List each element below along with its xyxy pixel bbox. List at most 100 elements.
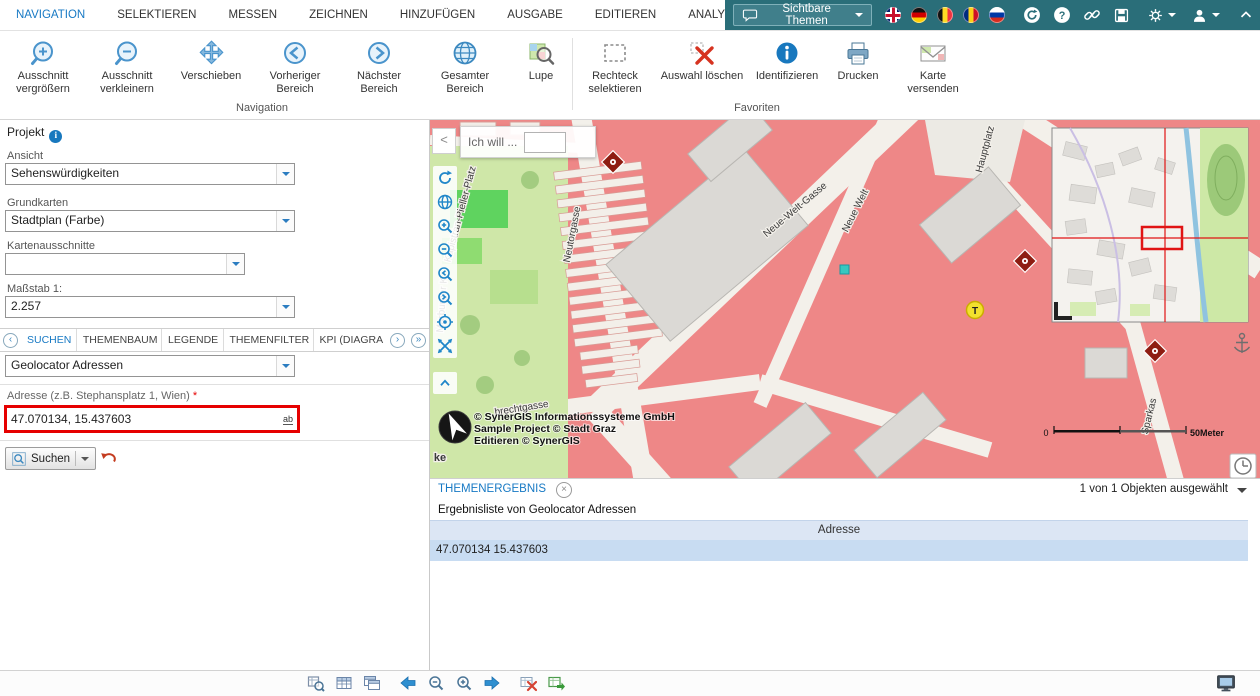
- settings-gear-icon[interactable]: [1146, 5, 1165, 25]
- tab-legende[interactable]: LEGENDE: [162, 329, 224, 351]
- result-actions: [302, 673, 570, 693]
- tab-scroll-more-icon[interactable]: »: [411, 333, 426, 348]
- menu-tab-hinzufuegen[interactable]: HINZUFÜGEN: [384, 0, 491, 30]
- menu-tab-editieren[interactable]: EDITIEREN: [579, 0, 672, 30]
- visible-themes-button[interactable]: Sichtbare Themen: [733, 4, 872, 26]
- tab-suchen[interactable]: SUCHEN: [21, 329, 77, 351]
- menu-tab-ausgabe[interactable]: AUSGABE: [491, 0, 579, 30]
- flag-ro-icon[interactable]: [963, 7, 979, 23]
- globe-icon[interactable]: [433, 190, 457, 214]
- overview-map[interactable]: [1052, 128, 1248, 322]
- kartenausschnitte-select[interactable]: [5, 253, 245, 275]
- previous-record-icon[interactable]: [398, 673, 418, 693]
- tab-scroll-right-icon[interactable]: ›: [390, 333, 405, 348]
- save-icon[interactable]: [1112, 5, 1131, 25]
- ribbon-group-navigation: Navigation: [162, 102, 362, 114]
- flag-uk-icon[interactable]: [885, 7, 901, 23]
- chevron-down-icon[interactable]: [276, 356, 294, 376]
- print-button[interactable]: Drucken: [823, 36, 893, 83]
- map-area: T Hauptplatz Neue-Welt-Gasse Neue Welt K…: [430, 120, 1260, 478]
- massstab-label: Maßstab 1:: [7, 283, 62, 295]
- zoom-out-extent-button[interactable]: Ausschnitt verkleinern: [86, 36, 168, 96]
- zoom-in-record-icon[interactable]: [454, 673, 474, 693]
- zoom-to-result-icon[interactable]: [306, 673, 326, 693]
- svg-text:50Meter: 50Meter: [1190, 428, 1225, 438]
- chevron-down-icon[interactable]: [276, 297, 294, 317]
- collapse-tools-icon[interactable]: [433, 372, 457, 394]
- next-record-icon[interactable]: [482, 673, 502, 693]
- user-icon[interactable]: [1190, 5, 1209, 25]
- send-map-button[interactable]: Karte versenden: [896, 36, 970, 96]
- flag-ru-icon[interactable]: [989, 7, 1005, 23]
- flag-be-icon[interactable]: [937, 7, 953, 23]
- full-extent-button[interactable]: Gesamter Bereich: [424, 36, 506, 96]
- pan-mode-icon[interactable]: [433, 334, 457, 358]
- undo-search-icon[interactable]: [100, 449, 117, 466]
- collapse-sidebar-icon[interactable]: <: [432, 128, 456, 154]
- ansicht-select[interactable]: Sehenswürdigkeiten: [5, 163, 295, 185]
- ab-locate-icon[interactable]: ab: [283, 414, 293, 425]
- table-icon[interactable]: [334, 673, 354, 693]
- chevron-down-icon[interactable]: [276, 164, 294, 184]
- close-icon[interactable]: ×: [556, 482, 572, 498]
- ich-will-input[interactable]: [524, 132, 566, 153]
- tab-themenergebnis[interactable]: THEMENERGEBNIS: [438, 483, 546, 495]
- zoom-in-icon[interactable]: [433, 214, 457, 238]
- search-magnifier-icon: [12, 452, 26, 466]
- massstab-select[interactable]: 2.257: [5, 296, 295, 318]
- flag-de-icon[interactable]: [911, 7, 927, 23]
- geolocator-select[interactable]: Geolocator Adressen: [5, 355, 295, 377]
- monitor-icon[interactable]: [1216, 673, 1236, 693]
- address-input[interactable]: [7, 412, 279, 426]
- city-map[interactable]: T Hauptplatz Neue-Welt-Gasse Neue Welt K…: [430, 120, 1260, 478]
- clear-selection-button[interactable]: Auswahl löschen: [660, 36, 744, 83]
- divider: [0, 440, 429, 441]
- next-extent-button[interactable]: Nächster Bereich: [338, 36, 420, 96]
- history-clock-icon[interactable]: [1230, 454, 1256, 478]
- link-icon[interactable]: [1082, 5, 1102, 25]
- magnifier-button[interactable]: Lupe: [511, 36, 571, 83]
- back-refresh-icon[interactable]: [1022, 5, 1042, 25]
- language-flags: [880, 7, 1010, 23]
- ansicht-label: Ansicht: [7, 150, 43, 162]
- search-button[interactable]: Suchen: [5, 447, 96, 470]
- chevron-down-icon[interactable]: [276, 211, 294, 231]
- menu-tab-messen[interactable]: MESSEN: [212, 0, 293, 30]
- zoom-in-extent-button[interactable]: Ausschnitt vergrößern: [2, 36, 84, 96]
- zoom-out-record-icon[interactable]: [426, 673, 446, 693]
- project-info-icon[interactable]: i: [49, 130, 62, 143]
- ich-will-widget[interactable]: Ich will ...: [460, 126, 596, 158]
- required-mark: *: [193, 390, 197, 402]
- tab-scroll-left-icon[interactable]: ‹: [3, 333, 18, 348]
- tab-kpi-diagramm[interactable]: KPI (DIAGRA: [314, 329, 387, 351]
- column-header-adresse[interactable]: Adresse: [430, 520, 1248, 541]
- copy-table-icon[interactable]: [362, 673, 382, 693]
- menu-tab-zeichnen[interactable]: ZEICHNEN: [293, 0, 384, 30]
- tab-themenbaum[interactable]: THEMENBAUM: [77, 329, 162, 351]
- menu-tab-selektieren[interactable]: SELEKTIEREN: [101, 0, 212, 30]
- clear-table-icon[interactable]: [518, 673, 538, 693]
- zoom-next-icon[interactable]: [433, 286, 457, 310]
- previous-extent-button[interactable]: Vorheriger Bereich: [254, 36, 336, 96]
- select-rectangle-button[interactable]: Rechteck selektieren: [573, 36, 657, 96]
- grundkarten-select[interactable]: Stadtplan (Farbe): [5, 210, 295, 232]
- pan-button[interactable]: Verschieben: [170, 36, 252, 83]
- center-map-icon[interactable]: [433, 310, 457, 334]
- table-row[interactable]: 47.070134 15.437603: [430, 540, 1248, 561]
- zoom-previous-icon[interactable]: [433, 262, 457, 286]
- address-input-highlight: ab: [4, 405, 300, 433]
- results-panel: THEMENERGEBNIS × 1 von 1 Objekten ausgew…: [430, 478, 1260, 671]
- zoom-out-icon[interactable]: [433, 238, 457, 262]
- refresh-icon[interactable]: [433, 166, 457, 190]
- help-icon[interactable]: ?: [1052, 5, 1072, 25]
- export-table-icon[interactable]: [546, 673, 566, 693]
- identify-button[interactable]: Identifizieren: [752, 36, 822, 83]
- chevron-down-icon[interactable]: [1237, 488, 1247, 498]
- chevron-down-icon[interactable]: [226, 254, 244, 274]
- compass-icon: [439, 410, 471, 443]
- zoom-in-map-icon: [2, 36, 84, 70]
- selection-status: 1 von 1 Objekten ausgewählt: [1080, 483, 1228, 495]
- collapse-topbar-icon[interactable]: [1236, 5, 1255, 25]
- tab-themenfilter[interactable]: THEMENFILTER: [224, 329, 314, 351]
- menu-tab-navigation[interactable]: NAVIGATION: [0, 0, 101, 30]
